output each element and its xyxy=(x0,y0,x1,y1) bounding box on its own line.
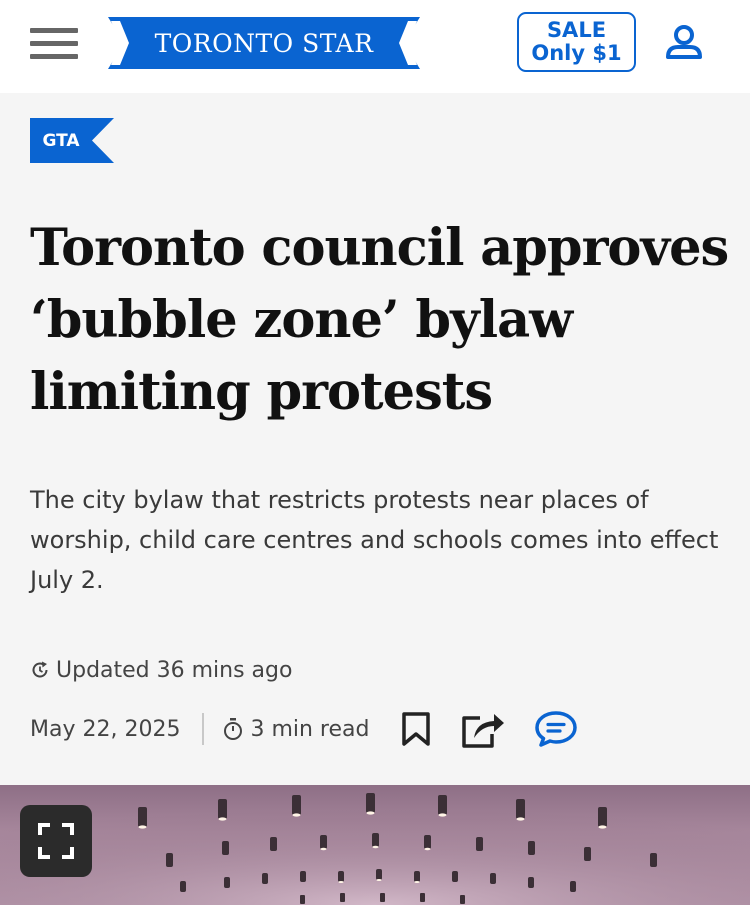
hamburger-menu-icon[interactable] xyxy=(30,26,78,62)
publish-date: May 22, 2025 xyxy=(30,716,181,742)
user-account-icon[interactable] xyxy=(664,23,704,63)
fullscreen-expand-icon[interactable] xyxy=(20,805,92,877)
comment-icon[interactable] xyxy=(534,710,578,748)
ceiling-lights-image xyxy=(0,785,750,905)
article-meta: May 22, 2025 3 min read xyxy=(30,706,720,752)
section-tag-label: GTA xyxy=(42,130,80,151)
read-time-text: 3 min read xyxy=(250,716,370,742)
article-dek: The city bylaw that restricts protests n… xyxy=(30,486,719,594)
refresh-clock-icon xyxy=(32,661,48,678)
share-icon[interactable] xyxy=(460,708,506,750)
meta-divider xyxy=(202,713,205,745)
updated-text: Updated 36 mins ago xyxy=(56,657,293,683)
updated-timestamp: Updated 36 mins ago xyxy=(30,655,292,685)
toronto-star-logo[interactable]: TORONTO STAR xyxy=(108,17,420,69)
sale-label: SALE xyxy=(546,18,607,42)
sale-price: Only $1 xyxy=(531,41,622,65)
hero-image[interactable] xyxy=(0,785,750,905)
section-tag[interactable]: GTA xyxy=(30,118,114,163)
logo-text: TORONTO STAR xyxy=(154,28,374,58)
stopwatch-icon xyxy=(224,718,243,740)
site-header: TORONTO STAR SALE Only $1 xyxy=(0,0,750,93)
read-time: 3 min read xyxy=(222,717,369,742)
article-headline: Toronto council approves ‘bubble zone’ b… xyxy=(30,218,729,422)
bookmark-icon[interactable] xyxy=(401,711,431,747)
subscribe-sale-button[interactable]: SALE Only $1 xyxy=(517,12,636,72)
